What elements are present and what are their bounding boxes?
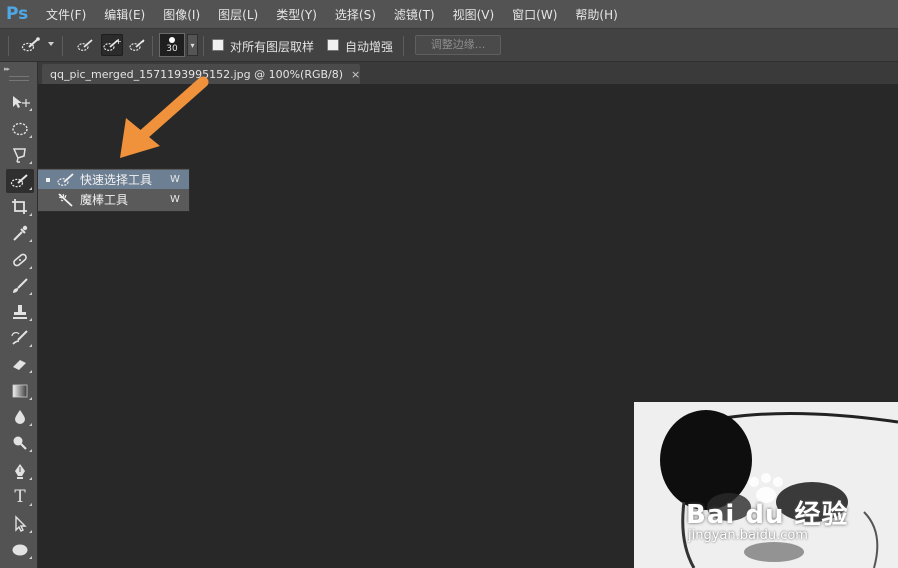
shape-tool[interactable]: [6, 538, 34, 562]
options-divider: [403, 36, 404, 56]
new-selection-button[interactable]: [75, 34, 97, 56]
menu-edit[interactable]: 编辑(E): [104, 6, 145, 23]
canvas-workspace[interactable]: Bai du 经验 jingyan.baidu.com: [38, 84, 898, 568]
sample-all-layers-label[interactable]: 对所有图层取样: [230, 38, 314, 55]
photoshop-logo: Ps: [6, 4, 29, 24]
brush-new-icon: [77, 39, 93, 51]
crop-icon: [12, 199, 27, 214]
panda-meme-image: [634, 402, 898, 568]
add-to-selection-button[interactable]: +: [101, 34, 123, 56]
options-bar: + - 30 ▾ 对所有图层取样 自动增强 调整边缘...: [0, 28, 898, 62]
menu-filter[interactable]: 滤镜(T): [394, 6, 435, 23]
brush-tip-icon: [169, 37, 175, 43]
subtract-from-selection-button[interactable]: -: [127, 34, 149, 56]
brush-size-value: 30: [166, 44, 178, 54]
svg-text:-: -: [141, 37, 144, 47]
quick-selection-tool[interactable]: [6, 169, 34, 193]
flyout-item-label: 魔棒工具: [80, 193, 129, 207]
dodge-tool[interactable]: [6, 431, 34, 455]
document-image[interactable]: Bai du 经验 jingyan.baidu.com: [634, 402, 898, 568]
eyedropper-tool[interactable]: [6, 221, 34, 245]
auto-enhance-checkbox[interactable]: [327, 39, 339, 51]
gradient-tool[interactable]: [6, 379, 34, 403]
menu-bar: Ps 文件(F) 编辑(E) 图像(I) 图层(L) 类型(Y) 选择(S) 滤…: [0, 0, 898, 28]
gradient-icon: [12, 384, 28, 398]
svg-text:+: +: [115, 37, 122, 46]
flyout-item-shortcut: W: [170, 194, 180, 205]
flyout-item-quick-selection[interactable]: 快速选择工具 W: [38, 170, 189, 189]
blur-tool[interactable]: [6, 405, 34, 429]
lasso-tool[interactable]: [6, 143, 34, 167]
refine-edge-button[interactable]: 调整边缘...: [415, 35, 501, 55]
options-divider: [203, 36, 204, 56]
bandage-icon: [13, 253, 27, 267]
history-brush-tool[interactable]: [6, 326, 34, 350]
brush-subtract-icon: -: [129, 37, 145, 51]
marquee-tool[interactable]: [6, 117, 34, 141]
stamp-icon: [13, 305, 27, 319]
flyout-item-shortcut: W: [170, 174, 180, 185]
brush-add-icon: +: [103, 37, 122, 51]
menu-image[interactable]: 图像(I): [163, 6, 200, 23]
menu-layer[interactable]: 图层(L): [218, 6, 258, 23]
move-icon: [13, 96, 30, 108]
polygonal-lasso-icon: [12, 148, 26, 163]
tool-preset-picker[interactable]: [20, 34, 42, 56]
brush-size-dropdown[interactable]: ▾: [187, 34, 198, 56]
quick-selection-icon: [10, 174, 28, 188]
inactive-tool-bullet: [46, 198, 50, 202]
active-tool-bullet: [46, 177, 50, 182]
brush-size-picker[interactable]: 30: [159, 33, 185, 57]
history-brush-icon: [11, 330, 28, 345]
watermark-brand: Bai du 经验: [686, 500, 849, 530]
crop-tool[interactable]: [6, 195, 34, 219]
drop-icon: [15, 410, 25, 424]
flyout-item-magic-wand[interactable]: 魔棒工具 W: [38, 190, 189, 209]
options-grip: [8, 36, 9, 56]
type-icon: T: [14, 487, 26, 507]
move-tool[interactable]: [6, 90, 34, 114]
brush-icon: [13, 278, 28, 293]
eyedropper-icon: [13, 225, 28, 241]
selection-tool-flyout: 快速选择工具 W 魔棒工具 W: [37, 168, 190, 212]
healing-brush-tool[interactable]: [6, 248, 34, 272]
watermark-url: jingyan.baidu.com: [688, 528, 808, 543]
options-divider: [62, 36, 63, 56]
sample-all-layers-checkbox[interactable]: [212, 39, 224, 51]
elliptical-marquee-icon: [12, 122, 28, 136]
eraser-icon: [13, 360, 26, 370]
document-tab-bar: qq_pic_merged_1571193995152.jpg @ 100%(R…: [38, 62, 898, 84]
direct-selection-icon: [15, 515, 27, 532]
menu-window[interactable]: 窗口(W): [512, 6, 557, 23]
tools-panel: ▸▸ T: [0, 62, 38, 568]
path-selection-tool[interactable]: [6, 512, 34, 536]
auto-enhance-label[interactable]: 自动增强: [345, 38, 393, 55]
close-tab-icon[interactable]: ×: [351, 68, 360, 81]
menu-help[interactable]: 帮助(H): [575, 6, 617, 23]
flyout-item-label: 快速选择工具: [80, 173, 153, 187]
menu-view[interactable]: 视图(V): [453, 6, 495, 23]
menu-type[interactable]: 类型(Y): [276, 6, 317, 23]
type-tool[interactable]: T: [6, 485, 34, 509]
options-divider: [152, 36, 153, 56]
quick-selection-icon: [21, 37, 40, 52]
pen-tool[interactable]: [6, 459, 34, 483]
magic-wand-icon: [58, 192, 73, 207]
ellipse-shape-icon: [12, 544, 28, 556]
document-tab-title: qq_pic_merged_1571193995152.jpg @ 100%(R…: [50, 67, 344, 81]
panel-drag-handle[interactable]: [9, 76, 29, 81]
menu-select[interactable]: 选择(S): [335, 6, 376, 23]
dodge-icon: [13, 436, 27, 450]
preset-dropdown-icon[interactable]: [48, 42, 54, 46]
document-tab[interactable]: qq_pic_merged_1571193995152.jpg @ 100%(R…: [42, 64, 360, 84]
quick-selection-icon: [57, 172, 74, 186]
eraser-tool[interactable]: [6, 352, 34, 376]
menu-file[interactable]: 文件(F): [46, 6, 86, 23]
pen-icon: [15, 464, 25, 479]
clone-stamp-tool[interactable]: [6, 300, 34, 324]
panel-collapse-icon[interactable]: ▸▸: [4, 65, 10, 73]
brush-tool[interactable]: [6, 274, 34, 298]
